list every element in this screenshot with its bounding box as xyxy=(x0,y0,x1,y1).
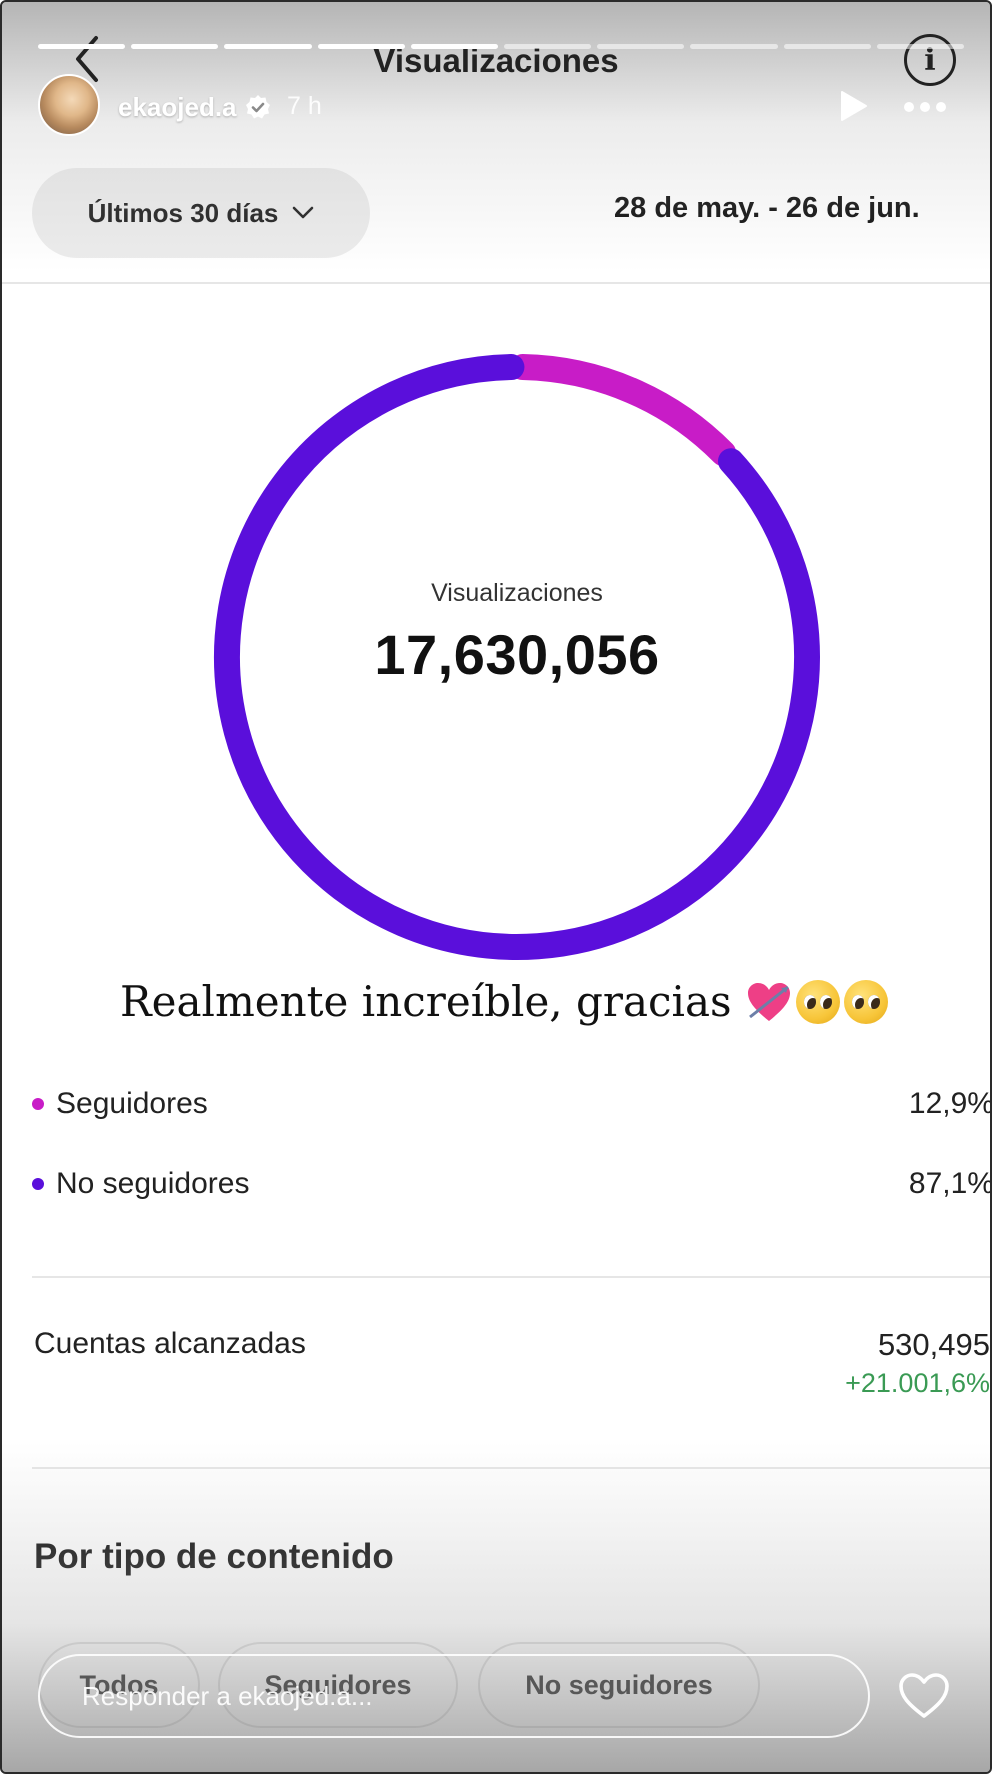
reply-bar[interactable] xyxy=(38,1654,870,1738)
content-type-title: Por tipo de contenido xyxy=(34,1537,394,1576)
legend-label: No seguidores xyxy=(56,1167,250,1200)
legend-label: Seguidores xyxy=(56,1087,208,1120)
story-progress-segment xyxy=(317,44,405,49)
accounts-reached-value: 530,495 xyxy=(877,1327,990,1362)
pleading-face-icon xyxy=(843,979,888,1024)
story-time: 7 h xyxy=(287,92,322,120)
legend-row-followers: Seguidores 12,9% xyxy=(32,1082,992,1126)
story-progress-segment xyxy=(131,44,219,49)
story-progress-segment xyxy=(38,44,126,49)
pleading-face-icon xyxy=(795,979,840,1024)
donut-center-label: Visualizaciones xyxy=(431,579,603,607)
story-frame: Visualizaciones i ekaojed.a 7 h Últimos … xyxy=(0,0,992,1774)
play-icon[interactable] xyxy=(838,90,868,122)
reply-input[interactable] xyxy=(80,1679,868,1713)
story-progress-segment xyxy=(597,44,685,49)
legend-row-non-followers: No seguidores 87,1% xyxy=(32,1162,992,1206)
caption-emojis xyxy=(746,979,888,1024)
story-progress-segment xyxy=(690,44,778,49)
date-range-label: Últimos 30 días xyxy=(87,197,279,228)
accounts-reached-label: Cuentas alcanzadas xyxy=(34,1327,306,1360)
story-caption-text: Realmente increíble, gracias xyxy=(120,977,732,1026)
story-caption: Realmente increíble, gracias xyxy=(120,977,888,1026)
story-username[interactable]: ekaojed.a xyxy=(118,92,237,123)
heart-with-arrow-icon xyxy=(747,982,790,1021)
followers-dot xyxy=(32,1098,44,1110)
non-followers-dot xyxy=(32,1178,44,1190)
story-progress-segment xyxy=(504,44,592,49)
story-progress-bar xyxy=(38,44,965,49)
donut-center-value: 17,630,056 xyxy=(374,623,660,686)
accounts-reached-change: +21.001,6% xyxy=(845,1368,990,1398)
verified-badge-icon xyxy=(246,95,270,119)
avatar[interactable] xyxy=(38,74,100,136)
story-progress-segment xyxy=(410,44,499,49)
more-options-icon[interactable] xyxy=(904,102,946,112)
legend-value: 12,9% xyxy=(908,1087,992,1120)
chevron-down-icon xyxy=(293,206,314,219)
divider xyxy=(2,282,990,284)
story-progress-segment xyxy=(876,44,965,49)
date-range-dropdown[interactable]: Últimos 30 días xyxy=(32,168,370,258)
heart-icon[interactable] xyxy=(898,1672,950,1720)
donut-slice-followers xyxy=(509,354,737,467)
divider xyxy=(32,1467,990,1469)
info-icon[interactable]: i xyxy=(904,34,956,86)
story-progress-segment xyxy=(224,44,312,49)
divider xyxy=(32,1276,990,1278)
story-progress-segment xyxy=(783,44,871,49)
date-range-text: 28 de may. - 26 de jun. xyxy=(614,192,920,224)
legend-value: 87,1% xyxy=(908,1167,992,1200)
